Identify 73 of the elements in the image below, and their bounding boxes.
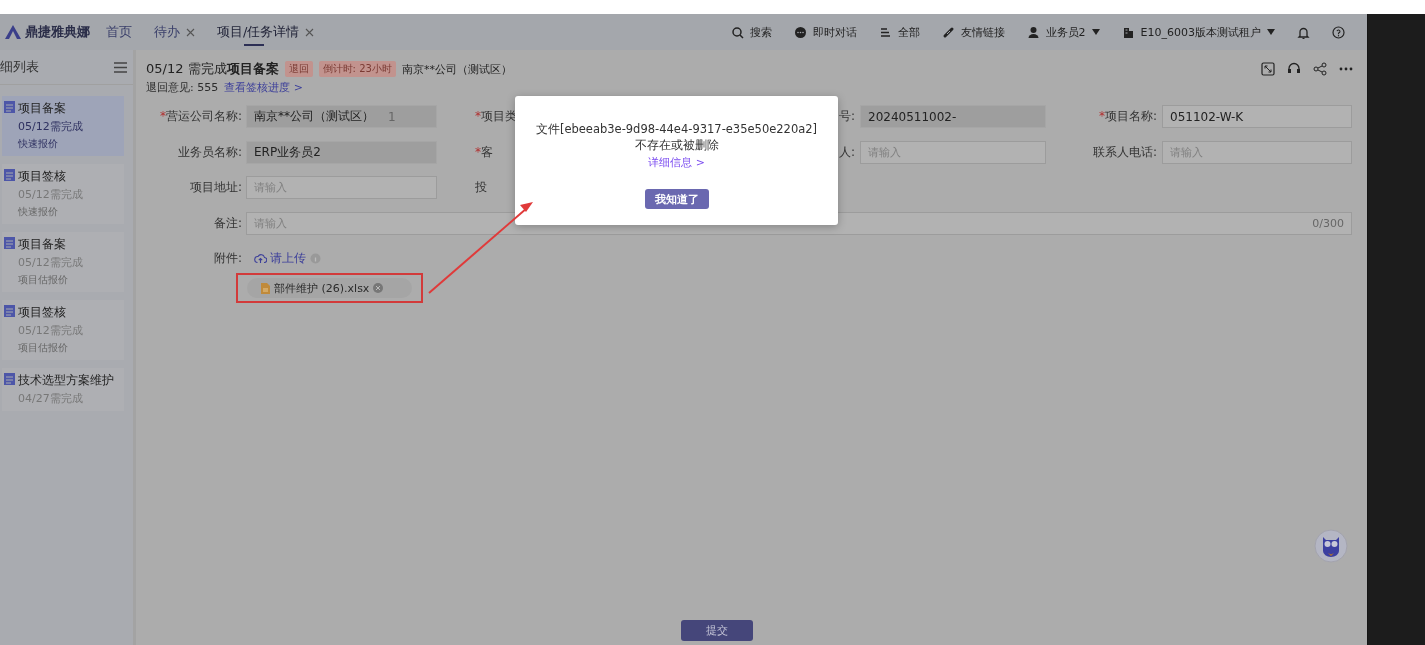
field-label: 人: [838, 144, 855, 161]
field-label: 号: [838, 108, 855, 125]
details-link[interactable]: 详细信息 > [648, 155, 705, 170]
task-card[interactable]: 项目备案 05/12需完成 快速报价 [2, 96, 124, 156]
field-label: *营运公司名称: [158, 108, 242, 125]
headset-icon[interactable] [1287, 62, 1301, 76]
panel-title: 细列表 [0, 58, 39, 76]
info-icon [310, 253, 321, 264]
document-icon [4, 236, 15, 249]
help-icon[interactable] [1332, 25, 1345, 39]
document-icon [4, 100, 15, 113]
building-icon[interactable] [1121, 25, 1135, 39]
toolbar-link[interactable]: 友情链接 [960, 24, 1005, 40]
logo-text: 鼎捷雅典娜 [25, 23, 90, 41]
confirm-button[interactable]: 我知道了 [644, 189, 709, 209]
field-label: 业务员名称: [176, 144, 242, 161]
search-icon[interactable] [730, 25, 744, 39]
task-title: 项目备案 [18, 236, 67, 253]
caret-icon[interactable] [1267, 29, 1275, 35]
task-title: 技术选型方案维护 [18, 372, 114, 389]
document-icon [4, 168, 15, 181]
status-tag: 退回 [284, 61, 313, 77]
field-label: 投 [475, 179, 487, 196]
bell-icon[interactable] [1297, 25, 1310, 39]
tab[interactable]: 首页 [106, 14, 132, 50]
task-type: 快速报价 [18, 205, 59, 219]
upload-link[interactable]: 请上传 [254, 250, 306, 267]
tab[interactable]: 待办 [154, 14, 195, 50]
owl-icon[interactable] [1314, 529, 1348, 563]
toolbar-link[interactable]: 即时对话 [812, 24, 857, 40]
user-icon[interactable] [1026, 25, 1040, 39]
task-type: 项目估报价 [18, 341, 69, 355]
input-field[interactable]: 051102-W-K [1162, 105, 1352, 128]
field-label: 联系人电话: [1091, 144, 1157, 161]
close-icon[interactable] [186, 27, 195, 37]
document-icon [4, 304, 15, 317]
toolbar-link[interactable]: E10_6003版本测试租户 [1140, 24, 1261, 40]
task-title: 项目备案 [18, 100, 67, 117]
field-label: 项目地址: [188, 179, 242, 196]
company-name: 南京**公司（测试区） [401, 61, 512, 77]
expand-icon[interactable] [1261, 62, 1275, 76]
field-label: 附件: [212, 250, 242, 267]
menu-icon[interactable] [114, 61, 127, 73]
field-label: 备注: [212, 215, 242, 232]
task-type: 快速报价 [18, 137, 59, 151]
document-icon [4, 372, 15, 385]
submit-button[interactable]: 提交 [680, 620, 753, 641]
toolbar-link[interactable]: 业务员2 [1045, 24, 1086, 40]
dialog-message: 文件[ebeeab3e-9d98-44e4-9317-e35e50e220a2]不存在或被删除 [534, 121, 819, 153]
toolbar-link[interactable]: 全部 [897, 24, 920, 40]
due-date: 05/12需完成 [18, 119, 83, 134]
task-title: 项目签核 [18, 168, 67, 185]
progress-link[interactable]: 查看签核进度 > [224, 80, 303, 95]
tab[interactable]: 项目/任务详情 [217, 14, 315, 50]
caret-icon[interactable] [1091, 29, 1100, 35]
file-chip[interactable]: 部件维护 (26).xlsx [247, 278, 412, 298]
status-tag: 倒计时: 23小时 [318, 61, 396, 77]
close-icon[interactable] [305, 27, 315, 37]
cloud-upload-icon [254, 253, 267, 264]
share-icon[interactable] [1313, 62, 1327, 76]
field-label: *项目类 [475, 108, 517, 125]
toolbar-link[interactable]: 搜索 [749, 24, 772, 40]
field-label: *项目名称: [1097, 108, 1157, 125]
file-icon [261, 282, 270, 294]
chat-icon[interactable] [793, 25, 807, 39]
list-icon[interactable] [878, 25, 892, 39]
task-title: 项目签核 [18, 304, 67, 321]
task-heading: 05/12 需完成项目备案 [146, 60, 279, 78]
link-icon[interactable] [941, 25, 955, 39]
field-label: *客 [475, 144, 493, 161]
return-comment: 退回意见: 555 [146, 80, 219, 95]
logo-icon [4, 25, 22, 39]
task-type: 项目估报价 [18, 273, 69, 287]
